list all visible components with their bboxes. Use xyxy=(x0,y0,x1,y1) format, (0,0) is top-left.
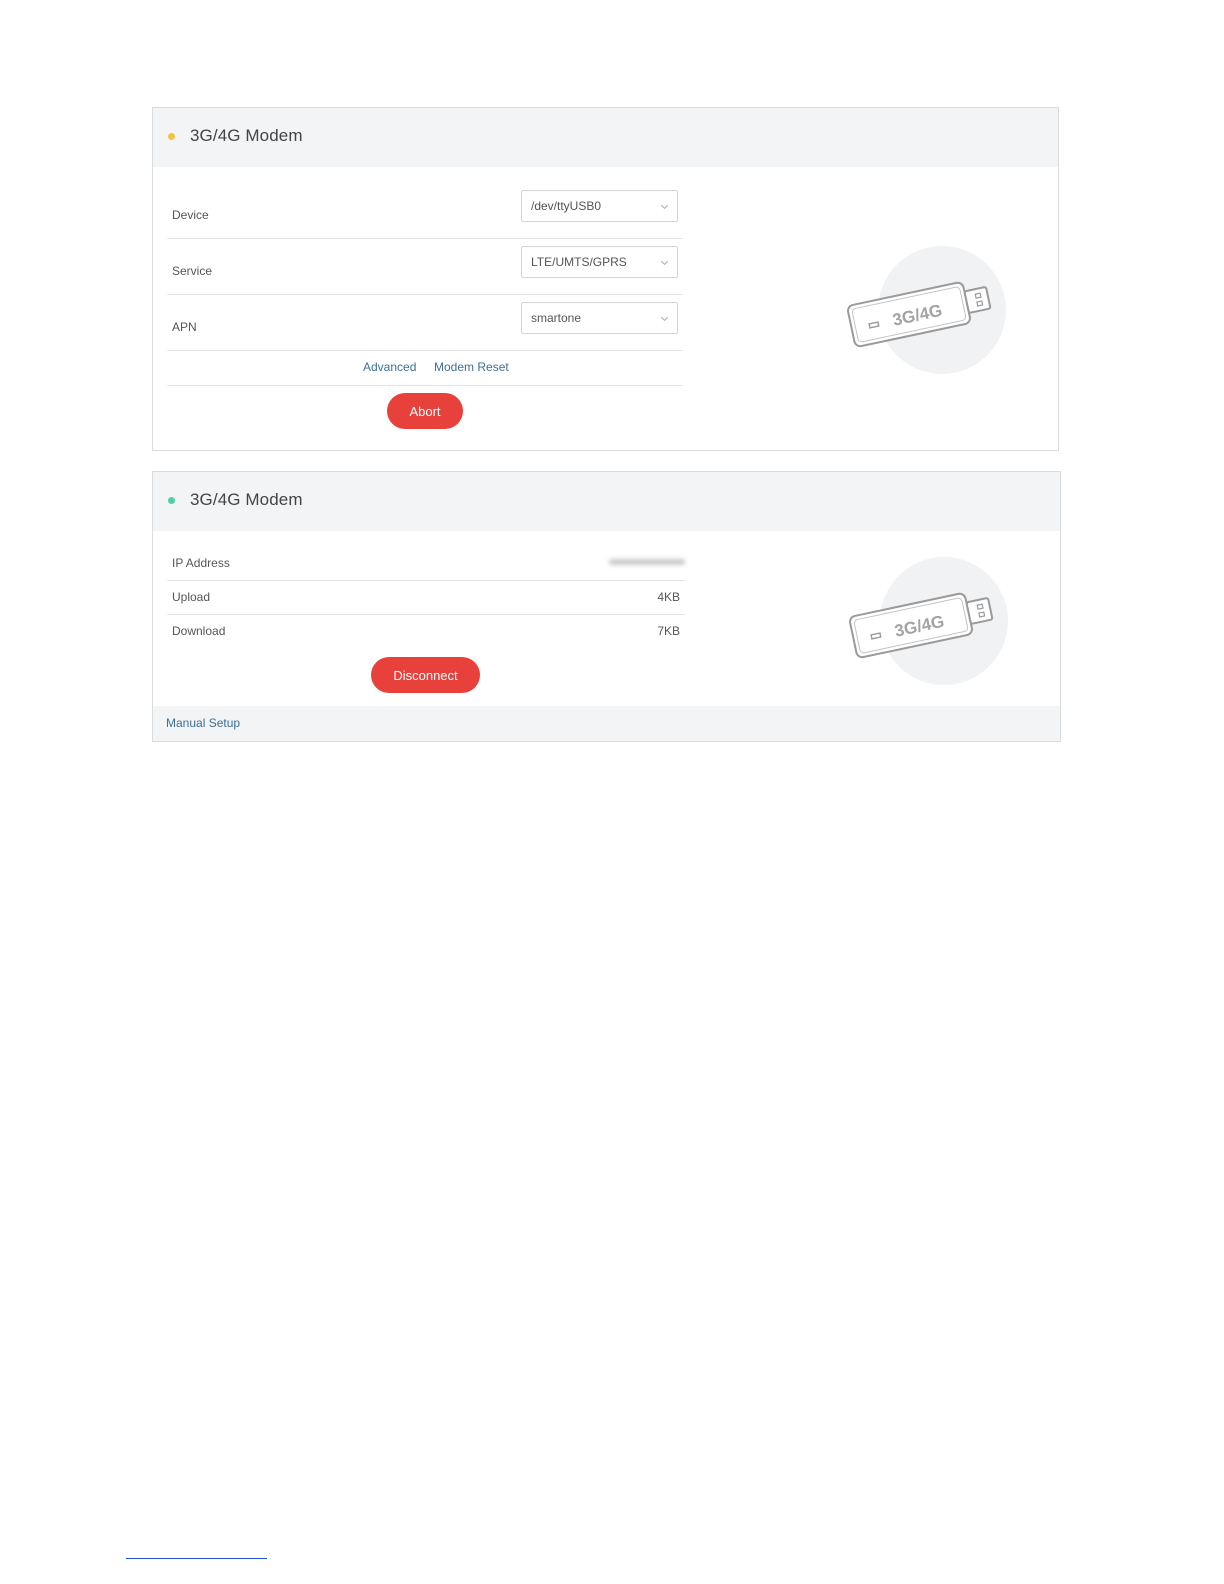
status-dot-icon xyxy=(168,133,175,140)
device-label: Device xyxy=(172,208,209,222)
device-select-value: /dev/ttyUSB0 xyxy=(531,199,602,213)
usb-modem-illustration: 3G/4G xyxy=(845,238,1015,378)
service-row: Service LTE/UMTS/GPRS xyxy=(167,238,683,295)
disconnect-button[interactable]: Disconnect xyxy=(371,657,480,693)
device-select[interactable]: /dev/ttyUSB0 xyxy=(521,190,678,222)
apn-label: APN xyxy=(172,320,197,334)
advanced-link[interactable]: Advanced xyxy=(363,360,416,374)
apn-select-value: smartone xyxy=(531,311,582,325)
modem-reset-link[interactable]: Modem Reset xyxy=(434,360,509,374)
modem-setup-panel: 3G/4G Modem Device /dev/ttyUSB0 Service … xyxy=(152,107,1059,451)
ip-address-label: IP Address xyxy=(172,556,230,570)
manual-setup-link[interactable]: Manual Setup xyxy=(166,716,240,730)
links-row: Advanced Modem Reset xyxy=(167,351,683,386)
usb-modem-icon: 3G/4G xyxy=(847,246,1006,374)
abort-button[interactable]: Abort xyxy=(387,393,463,429)
panel-title: 3G/4G Modem xyxy=(190,126,303,145)
modem-status-panel: 3G/4G Modem IP Address Upload 4KB Downlo… xyxy=(152,471,1061,742)
panel-title: 3G/4G Modem xyxy=(190,490,303,509)
ip-address-value-redacted xyxy=(609,559,685,565)
footnote-divider xyxy=(126,1558,267,1559)
ip-address-row: IP Address xyxy=(167,546,685,581)
usb-modem-icon: 3G/4G xyxy=(849,557,1008,685)
panel-footer: Manual Setup xyxy=(153,706,1060,741)
upload-row: Upload 4KB xyxy=(167,580,685,615)
status-dot-icon xyxy=(168,497,175,504)
service-select-value: LTE/UMTS/GPRS xyxy=(531,255,627,269)
chevron-down-icon xyxy=(660,257,669,266)
chevron-down-icon xyxy=(660,313,669,322)
apn-row: APN smartone xyxy=(167,294,683,351)
chevron-down-icon xyxy=(660,201,669,210)
panel-header: 3G/4G Modem xyxy=(153,108,1058,167)
device-row: Device /dev/ttyUSB0 xyxy=(167,182,683,239)
apn-select[interactable]: smartone xyxy=(521,302,678,334)
service-label: Service xyxy=(172,264,213,278)
panel-header: 3G/4G Modem xyxy=(153,472,1060,531)
download-row: Download 7KB xyxy=(167,614,685,648)
download-value: 7KB xyxy=(657,624,680,638)
upload-value: 4KB xyxy=(657,590,680,604)
upload-label: Upload xyxy=(172,590,211,604)
service-select[interactable]: LTE/UMTS/GPRS xyxy=(521,246,678,278)
usb-modem-illustration: 3G/4G xyxy=(847,549,1017,689)
download-label: Download xyxy=(172,624,226,638)
